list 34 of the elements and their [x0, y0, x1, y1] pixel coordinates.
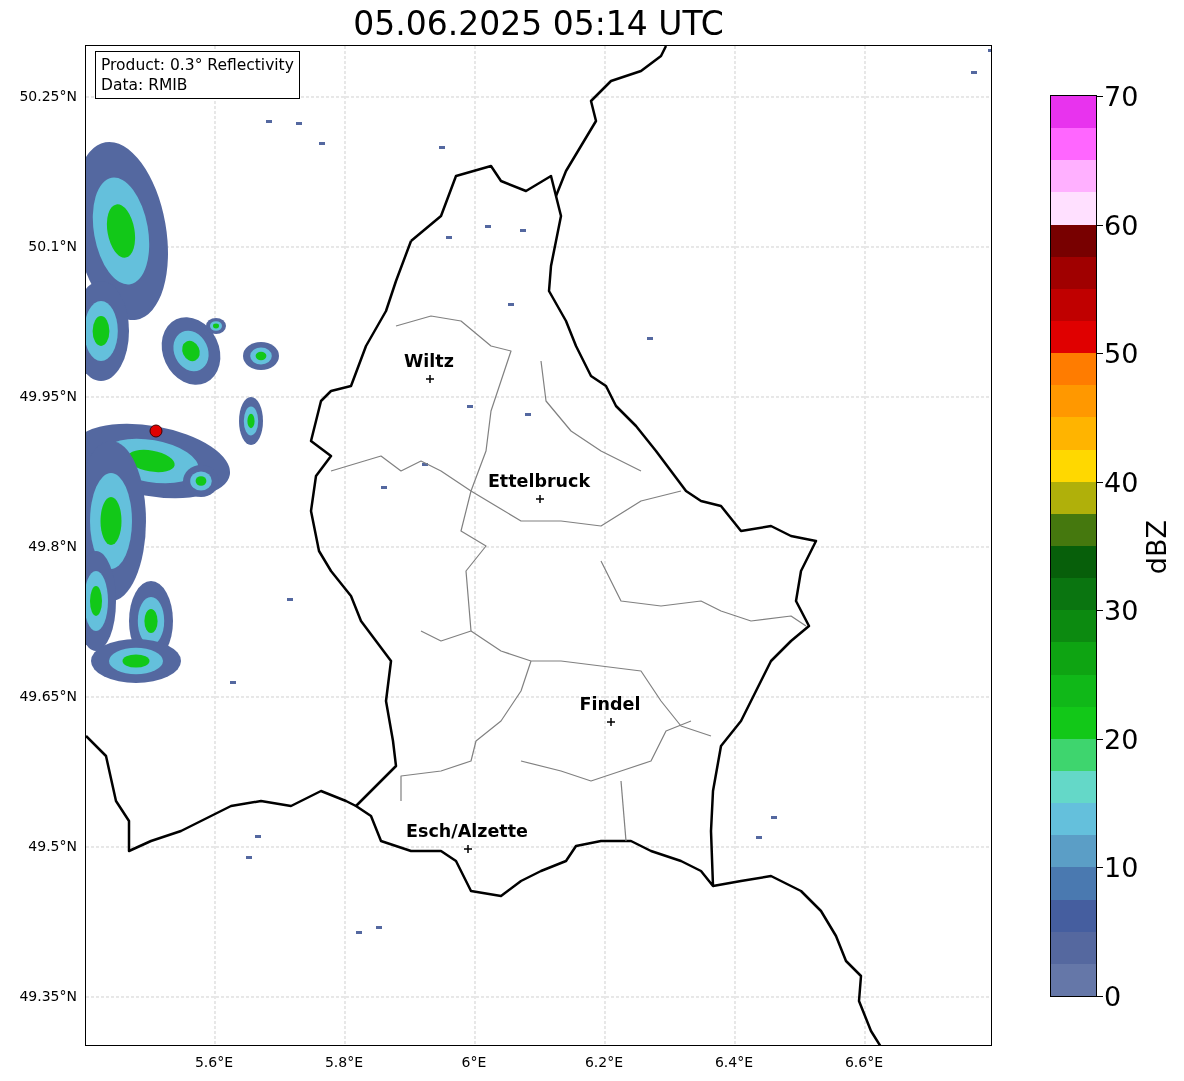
- latitude-label: 49.35°N: [19, 989, 77, 1003]
- city-marker-icon: [606, 717, 616, 727]
- latitude-label: 49.8°N: [28, 539, 77, 553]
- colorbar-tick-label: 70: [1104, 82, 1139, 110]
- longitude-label: 5.8°E: [324, 1055, 364, 1069]
- latitude-label: 50.1°N: [28, 239, 77, 253]
- info-text: Data: RMIB: [101, 75, 189, 96]
- latitude-label: 49.65°N: [19, 689, 77, 703]
- city-marker-icon: [425, 374, 435, 384]
- colorbar-tick-label: 40: [1104, 468, 1139, 496]
- latitude-label: 49.95°N: [19, 389, 77, 403]
- city-marker-icon: [463, 844, 473, 854]
- longitude-label: 6.4°E: [714, 1055, 754, 1069]
- colorbar-tick-label: 50: [1104, 339, 1139, 367]
- longitude-label: 6.6°E: [844, 1055, 884, 1069]
- colorbar-tick-label: 10: [1104, 853, 1139, 881]
- city-label: Ettelbruck: [487, 473, 591, 491]
- longitude-label: 6.2°E: [584, 1055, 624, 1069]
- city-label: Findel: [579, 696, 641, 714]
- latitude-label: 50.25°N: [19, 89, 77, 103]
- colorbar-tick-label: 30: [1104, 596, 1139, 624]
- colorbar-tick-label: 60: [1104, 211, 1139, 239]
- city-label: Wiltz: [404, 353, 454, 371]
- colorbar-tick-label: 20: [1104, 725, 1139, 753]
- chart-title: 05.06.2025 05:14 UTC: [352, 4, 725, 44]
- city-marker-icon: [535, 494, 545, 504]
- latitude-label: 49.5°N: [28, 839, 77, 853]
- colorbar-tick-label: 0: [1104, 982, 1122, 1010]
- longitude-label: 6°E: [461, 1055, 487, 1069]
- info-text: Product: 0.3° Reflectivity: [101, 55, 294, 76]
- colorbar-title: dBZ: [1143, 520, 1170, 575]
- longitude-label: 5.6°E: [194, 1055, 234, 1069]
- radar-site-icon: [149, 424, 163, 438]
- city-label: Esch/Alzette: [406, 823, 528, 841]
